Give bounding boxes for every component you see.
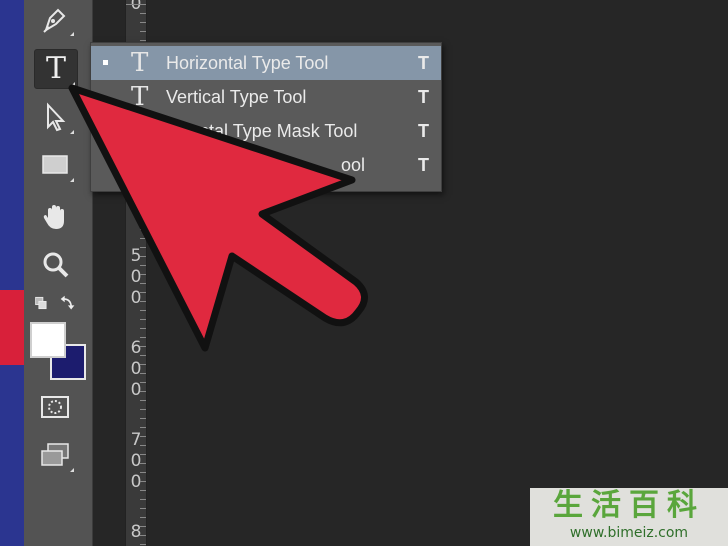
watermark-title: 生活百科: [553, 488, 705, 523]
watermark-url: www.bimeiz.com: [569, 525, 689, 541]
red-arrow-icon: [68, 84, 368, 352]
watermark-logo: 生活百科 www.bimeiz.com: [530, 488, 728, 546]
